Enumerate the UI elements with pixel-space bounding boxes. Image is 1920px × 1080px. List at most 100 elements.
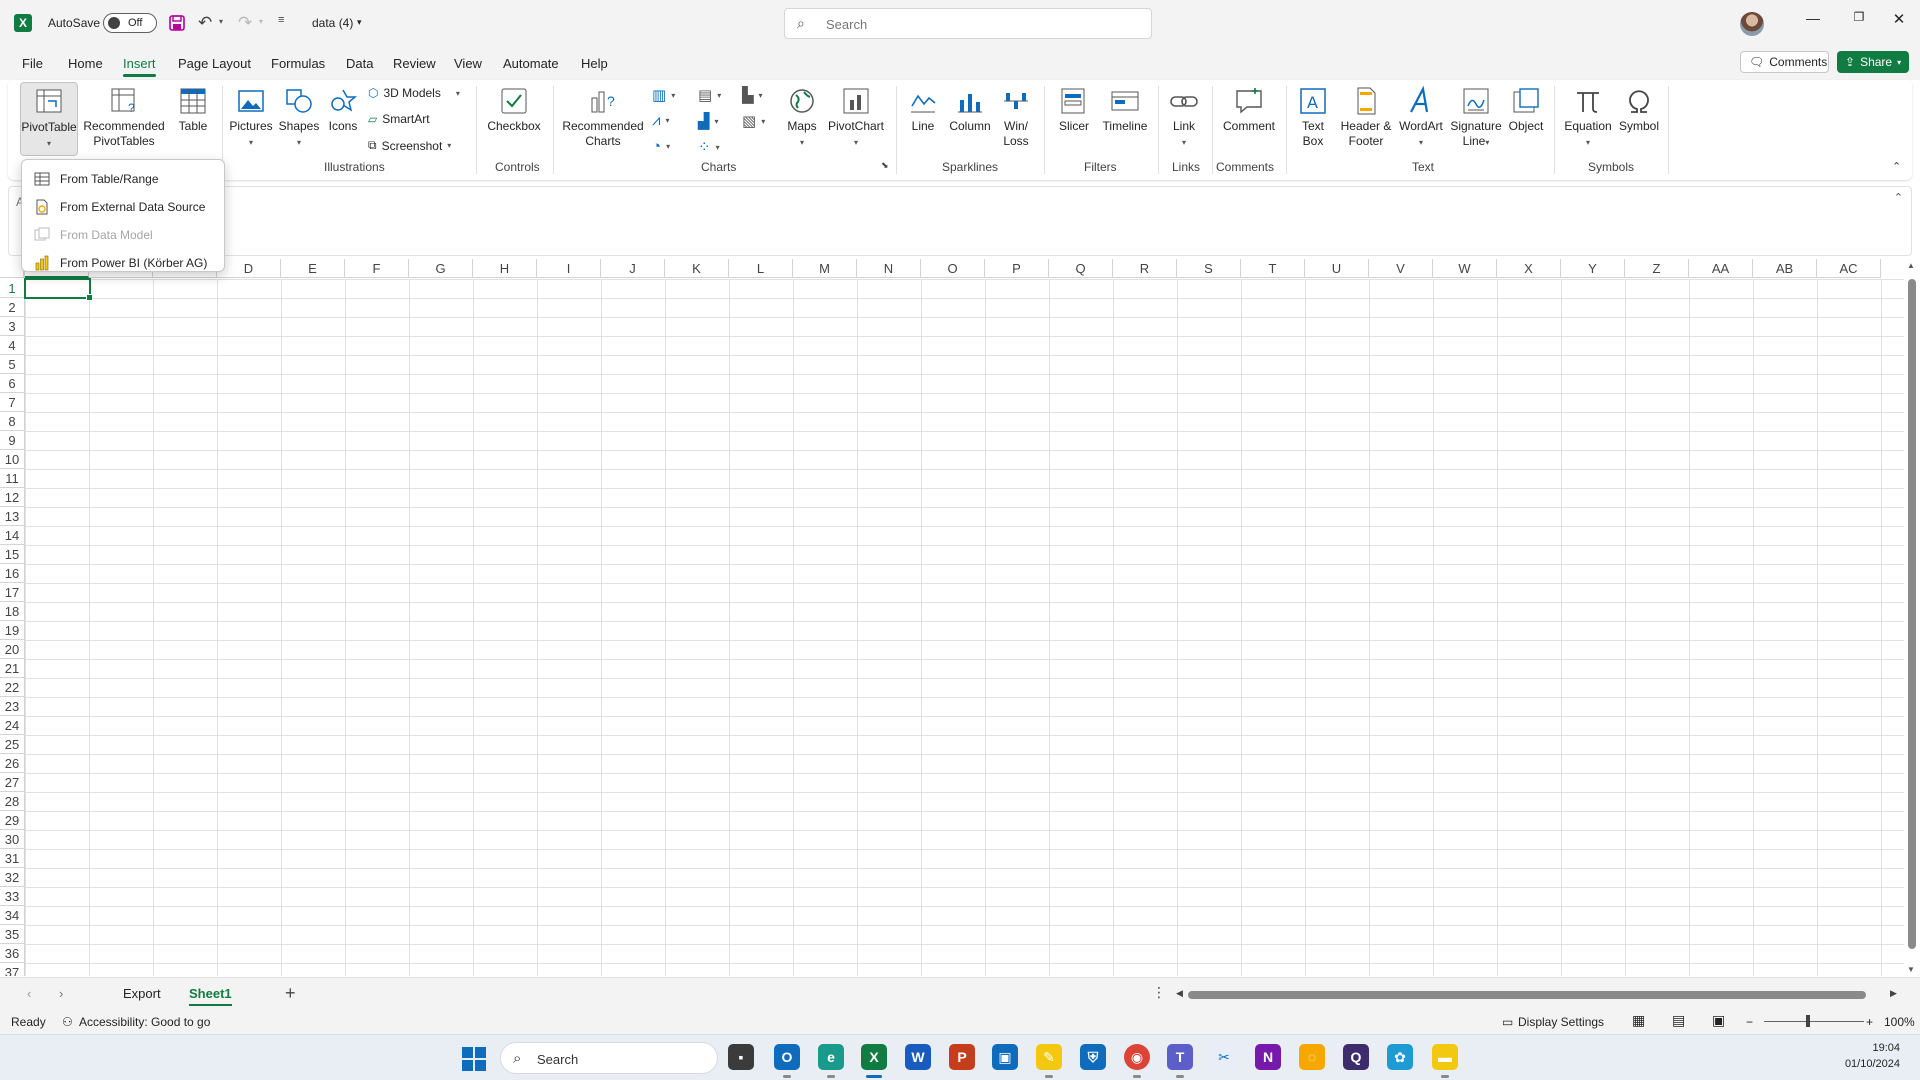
row-header[interactable]: 14 [0, 526, 24, 545]
column-chart-button[interactable]: ▥ ▾ [652, 86, 675, 104]
row-header[interactable]: 27 [0, 773, 24, 792]
column-header[interactable]: V [1369, 259, 1433, 278]
save-icon[interactable] [168, 14, 186, 32]
scatter-chart-button[interactable]: ⁘ ▾ [698, 138, 720, 156]
page-layout-view-icon[interactable]: ▤ [1672, 1012, 1685, 1029]
pivottable-button[interactable]: PivotTable ▾ [20, 82, 78, 156]
row-header[interactable]: 29 [0, 811, 24, 830]
row-header[interactable]: 9 [0, 431, 24, 450]
document-title[interactable]: data (4) [312, 16, 353, 30]
column-header[interactable]: W [1433, 259, 1497, 278]
icons-button[interactable]: Icons [324, 86, 362, 134]
column-header[interactable]: L [729, 259, 793, 278]
column-header[interactable]: R [1113, 259, 1177, 278]
row-header[interactable]: 4 [0, 336, 24, 355]
textbox-button[interactable]: A Text Box [1292, 86, 1334, 149]
column-header[interactable]: AA [1689, 259, 1753, 278]
row-header[interactable]: 22 [0, 678, 24, 697]
column-header[interactable]: J [601, 259, 665, 278]
menu-item-from-external-data-source[interactable]: From External Data Source [22, 193, 224, 221]
tab-review[interactable]: Review [393, 56, 436, 71]
add-sheet-icon[interactable]: + [285, 983, 296, 1004]
tab-automate[interactable]: Automate [503, 56, 559, 71]
row-header[interactable]: 20 [0, 640, 24, 659]
row-header[interactable]: 26 [0, 754, 24, 773]
insert-comment-button[interactable]: Comment [1218, 86, 1280, 134]
page-break-view-icon[interactable]: ▣ [1712, 1012, 1725, 1029]
row-header[interactable]: 6 [0, 374, 24, 393]
autosave-toggle[interactable]: Off [103, 13, 157, 33]
3d-models-button[interactable]: ⬡ 3D Models ▾ [368, 86, 460, 100]
column-header[interactable]: U [1305, 259, 1369, 278]
chrome-icon[interactable]: ◉ [1124, 1044, 1150, 1078]
line-chart-button[interactable]: ⩘ ▾ [652, 112, 669, 129]
screenshot-button[interactable]: ⧉ Screenshot ▾ [368, 138, 451, 153]
cell-area[interactable] [25, 279, 1904, 976]
row-header[interactable]: 33 [0, 887, 24, 906]
undo-icon[interactable]: ↶ [198, 13, 212, 33]
row-header[interactable]: 2 [0, 298, 24, 317]
column-header[interactable]: AB [1753, 259, 1817, 278]
combo-chart-button[interactable]: ▧ ▾ [742, 112, 765, 130]
link-button[interactable]: Link ▾ [1164, 86, 1204, 150]
accessibility-status[interactable]: Accessibility: Good to go [79, 1015, 210, 1029]
column-header[interactable]: D [217, 259, 281, 278]
file-explorer-icon[interactable]: ▬ [1432, 1044, 1458, 1078]
powerpoint-icon[interactable]: P [949, 1044, 975, 1070]
windows-start-icon[interactable] [462, 1047, 486, 1071]
security-app-icon[interactable]: ⛨ [1080, 1044, 1106, 1070]
tab-file[interactable]: File [22, 56, 43, 71]
zoom-level[interactable]: 100% [1884, 1015, 1915, 1029]
scroll-right-icon[interactable]: ▶ [1890, 988, 1897, 999]
search-box[interactable]: ⌕ [784, 8, 1152, 39]
recommended-charts-button[interactable]: ? Recommended Charts [560, 86, 646, 149]
row-header[interactable]: 12 [0, 488, 24, 507]
edge-icon[interactable]: e [818, 1044, 844, 1078]
menu-item-from-power-bi[interactable]: From Power BI (Körber AG) [22, 249, 224, 277]
column-header[interactable]: M [793, 259, 857, 278]
column-header[interactable]: O [921, 259, 985, 278]
row-header[interactable]: 28 [0, 792, 24, 811]
row-header[interactable]: 11 [0, 469, 24, 488]
sheet-tab-export[interactable]: Export [123, 986, 161, 1001]
zoom-slider-handle[interactable] [1806, 1015, 1810, 1027]
row-header[interactable]: 24 [0, 716, 24, 735]
share-button[interactable]: ⇪ Share ▾ [1837, 51, 1909, 73]
header-footer-button[interactable]: Header & Footer [1336, 86, 1396, 149]
column-header[interactable]: N [857, 259, 921, 278]
undo-dropdown-icon[interactable]: ▾ [219, 17, 223, 26]
statistic-chart-button[interactable]: ▟ ▾ [698, 112, 719, 130]
row-header[interactable]: 18 [0, 602, 24, 621]
column-header[interactable]: G [409, 259, 473, 278]
collapse-formula-bar-icon[interactable]: ⌃ [1894, 191, 1903, 204]
normal-view-icon[interactable]: ▦ [1632, 1012, 1645, 1029]
avatar[interactable] [1740, 12, 1764, 36]
remote-desktop-icon[interactable]: ▣ [992, 1044, 1018, 1070]
comments-button[interactable]: 🗨 Comments [1740, 51, 1829, 73]
onenote-icon[interactable]: N [1255, 1044, 1281, 1070]
row-header[interactable]: 17 [0, 583, 24, 602]
row-header[interactable]: 3 [0, 317, 24, 336]
slicer-button[interactable]: Slicer [1050, 86, 1098, 134]
smartart-button[interactable]: ▱ SmartArt [368, 112, 430, 126]
checkbox-button[interactable]: Checkbox [484, 86, 544, 134]
tab-home[interactable]: Home [68, 56, 103, 71]
minimize-button[interactable]: — [1790, 10, 1836, 36]
collapse-ribbon-icon[interactable]: ⌃ [1892, 160, 1901, 173]
waterfall-chart-button[interactable]: ▙ ▾ [742, 86, 763, 104]
row-header[interactable]: 13 [0, 507, 24, 526]
horizontal-scroll-thumb[interactable] [1188, 991, 1866, 999]
equation-button[interactable]: Equation ▾ [1560, 86, 1616, 150]
pictures-button[interactable]: Pictures ▾ [228, 86, 274, 150]
search-input[interactable] [826, 17, 1126, 32]
row-header[interactable]: 16 [0, 564, 24, 583]
column-header[interactable]: Y [1561, 259, 1625, 278]
word-icon[interactable]: W [905, 1044, 931, 1070]
zoom-slider[interactable] [1764, 1021, 1864, 1022]
row-header[interactable]: 10 [0, 450, 24, 469]
chevron-left-icon[interactable]: ‹ [27, 986, 31, 1001]
sparkline-winloss-button[interactable]: Win/ Loss [996, 86, 1036, 149]
column-header[interactable]: X [1497, 259, 1561, 278]
tab-help[interactable]: Help [581, 56, 608, 71]
shapes-button[interactable]: Shapes ▾ [278, 86, 320, 150]
